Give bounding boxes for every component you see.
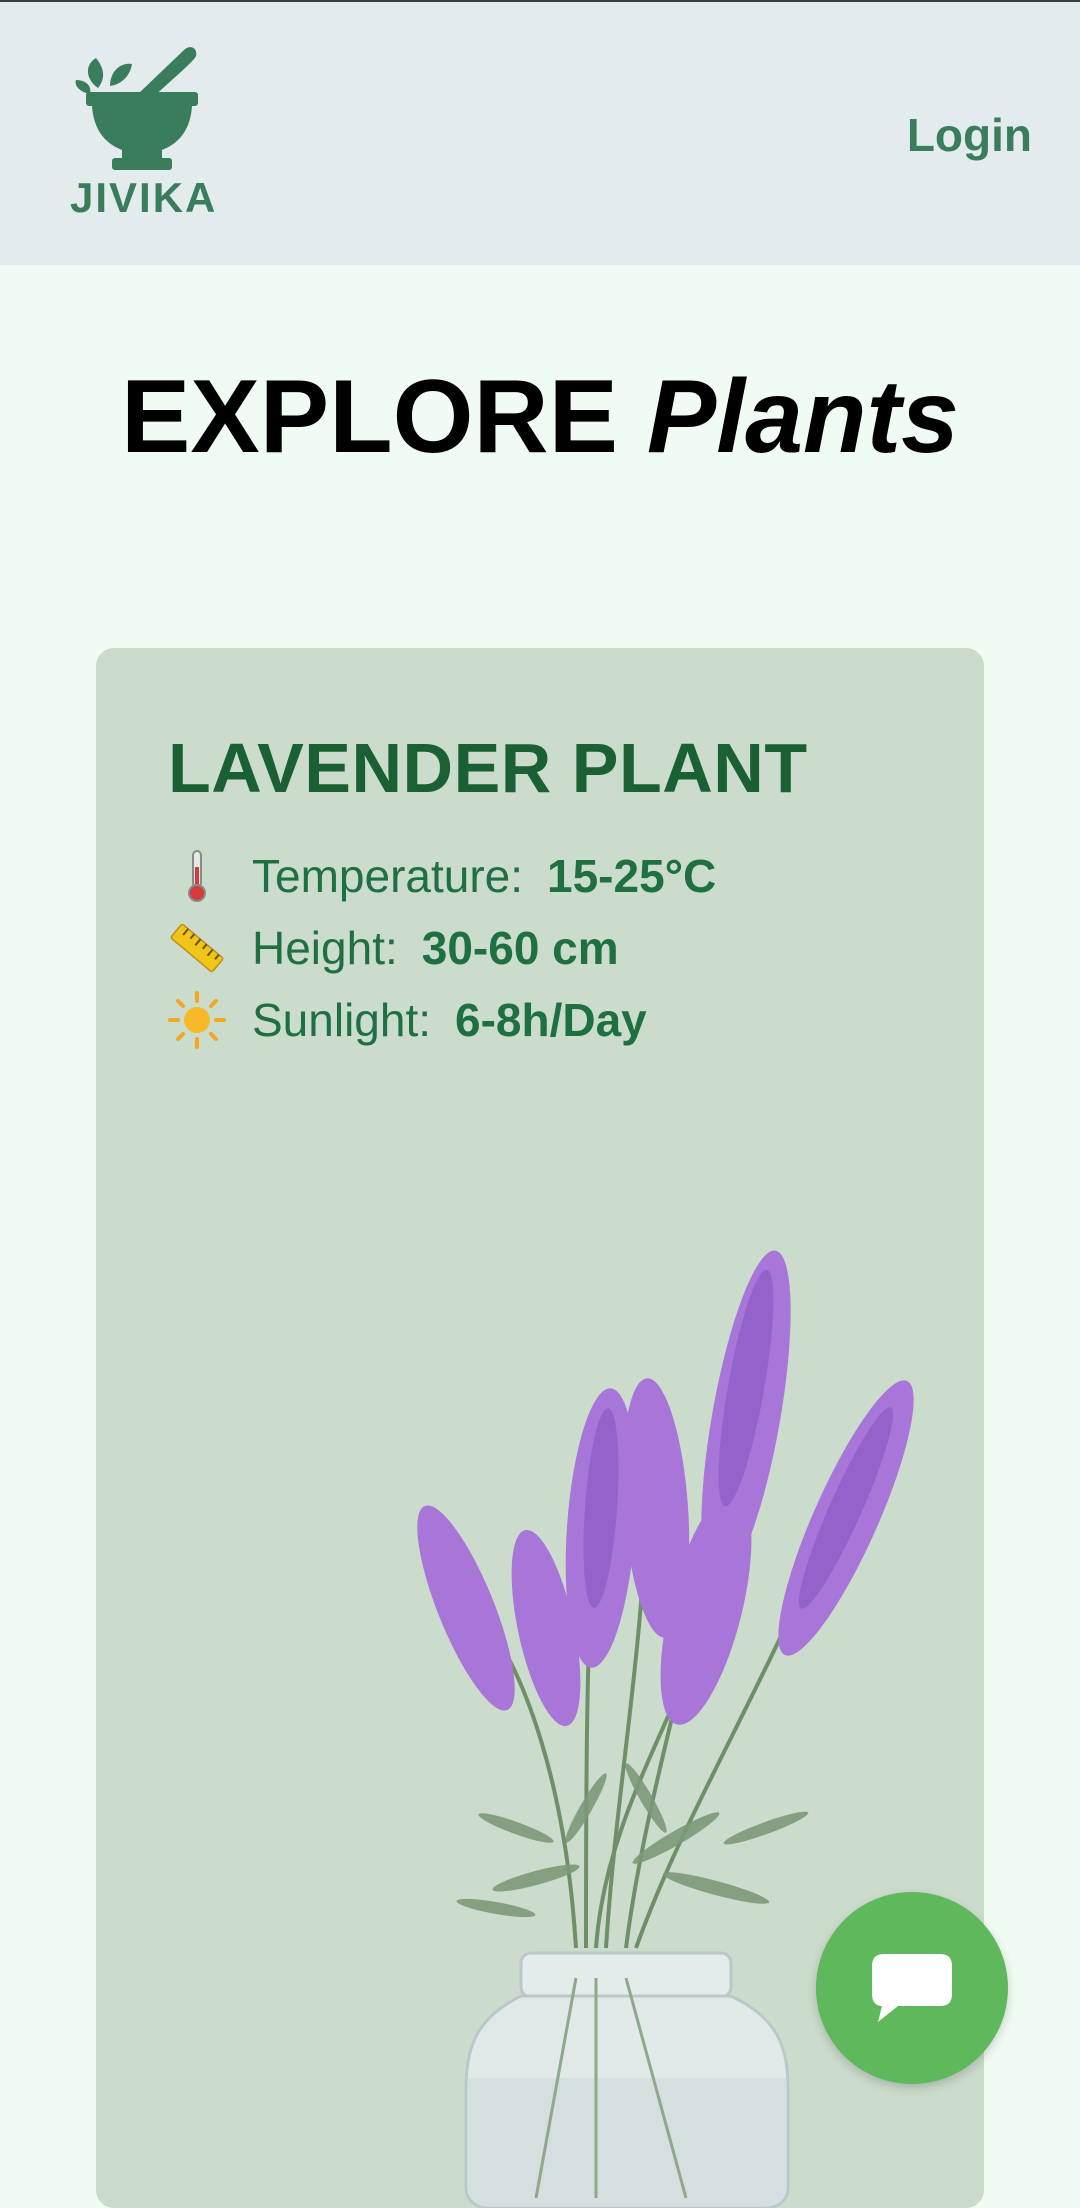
stat-value: 6-8h/Day [455,994,647,1046]
stat-temperature: Temperature: 15-25°C [168,846,716,906]
app-header: JIVIKA Login [0,2,1080,265]
stat-value: 30-60 cm [421,922,619,974]
sun-icon [168,991,226,1049]
stat-label: Sunlight: [252,994,432,1046]
stat-sunlight: Sunlight: 6-8h/Day [168,990,647,1050]
page-title-main: EXPLORE [120,359,618,475]
plant-name: LAVENDER PLANT [168,729,808,807]
ruler-icon [168,919,226,977]
page-title: EXPLORE Plants [0,365,1080,469]
brand-name: JIVIKA [70,174,218,221]
login-button[interactable]: Login [907,108,1032,162]
chat-button[interactable] [816,1892,1008,2084]
stat-label: Temperature: [252,850,524,902]
thermometer-icon [168,847,226,905]
stat-height: Height: 30-60 cm [168,918,619,978]
mortar-pestle-icon [75,47,198,170]
chat-bubble-icon [872,1954,952,2022]
page-title-italic: Plants [646,359,959,475]
stat-value: 15-25°C [547,850,717,902]
stat-label: Height: [252,922,398,974]
